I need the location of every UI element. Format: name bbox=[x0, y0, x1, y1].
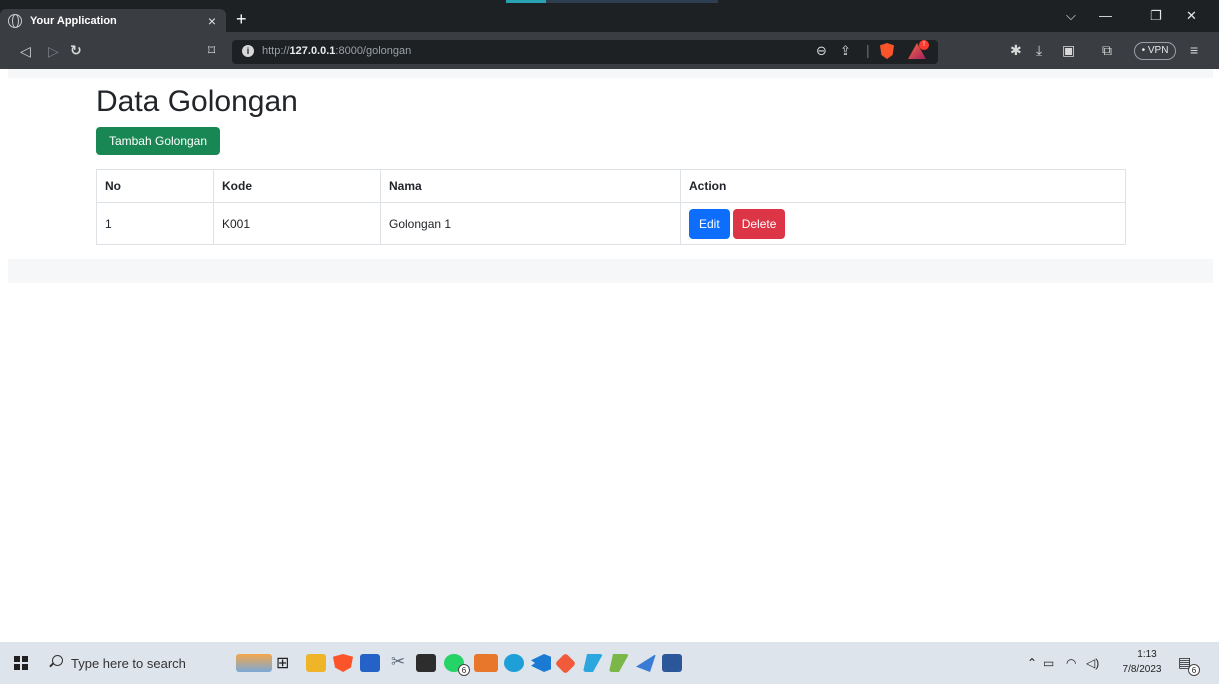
sidebar-icon[interactable]: ▣ bbox=[1062, 42, 1075, 58]
new-tab-button[interactable]: + bbox=[236, 10, 247, 28]
table-header-row: No Kode Nama Action bbox=[96, 169, 1126, 203]
zoom-icon[interactable]: ⊖ bbox=[816, 43, 827, 59]
reload-icon[interactable]: ↻ bbox=[70, 42, 82, 58]
cell-action: Edit Delete bbox=[680, 202, 1126, 245]
page-content: Data Golongan Tambah Golongan No Kode Na… bbox=[8, 69, 1213, 642]
rewards-badge: ! bbox=[919, 40, 929, 50]
globe-icon bbox=[8, 13, 22, 28]
header-action: Action bbox=[680, 169, 1126, 203]
show-hidden-icons-icon[interactable]: ⌃ bbox=[1027, 656, 1037, 670]
search-icon bbox=[52, 655, 63, 666]
task-view-icon[interactable]: ⊞ bbox=[276, 653, 289, 673]
clock-date[interactable]: 7/8/2023 bbox=[1117, 664, 1167, 675]
page-title: Data Golongan bbox=[96, 85, 298, 118]
tab-title: Your Application bbox=[30, 14, 117, 27]
vmware-icon[interactable] bbox=[360, 654, 380, 672]
cell-nama: Golongan 1 bbox=[380, 202, 681, 245]
file-explorer-icon[interactable] bbox=[306, 654, 326, 672]
cell-no: 1 bbox=[96, 202, 214, 245]
widget-city-icon[interactable] bbox=[236, 654, 272, 672]
word-icon[interactable] bbox=[662, 654, 682, 672]
telegram-icon[interactable] bbox=[474, 654, 498, 672]
header-no: No bbox=[96, 169, 214, 203]
snipping-tool-icon[interactable]: ✂ bbox=[391, 652, 405, 672]
page-top-strip bbox=[8, 69, 1213, 78]
tab-bar: Your Application × + ⌵ — ❐ ✕ bbox=[0, 0, 1219, 32]
whatsapp-badge: 6 bbox=[458, 664, 470, 676]
tab-loading-indicator bbox=[506, 0, 718, 3]
delete-button[interactable]: Delete bbox=[732, 208, 786, 239]
taskbar-search-input[interactable]: Type here to search bbox=[71, 656, 186, 671]
minimize-icon[interactable]: — bbox=[1099, 9, 1112, 23]
extensions-icon[interactable]: ✱ bbox=[1010, 42, 1022, 58]
clock-time[interactable]: 1:13 bbox=[1127, 649, 1167, 660]
vpn-button[interactable]: • VPN bbox=[1134, 42, 1176, 60]
page-footer-strip bbox=[8, 259, 1213, 283]
sticky-notes-icon[interactable] bbox=[416, 654, 436, 672]
header-kode: Kode bbox=[213, 169, 381, 203]
table-row: 1 K001 Golongan 1 Edit Delete bbox=[96, 202, 1126, 245]
close-window-icon[interactable]: ✕ bbox=[1186, 9, 1197, 23]
cell-kode: K001 bbox=[213, 202, 381, 245]
restore-icon[interactable]: ❐ bbox=[1150, 9, 1162, 23]
windows-start-icon[interactable] bbox=[14, 656, 28, 670]
bookmark-icon[interactable]: ⌑ bbox=[208, 42, 215, 58]
battery-icon[interactable]: ▭ bbox=[1043, 656, 1054, 670]
site-info-icon[interactable]: i bbox=[242, 45, 254, 57]
forward-icon[interactable]: ▷ bbox=[48, 43, 59, 59]
golongan-table: No Kode Nama Action 1 K001 Golongan 1 Ed… bbox=[96, 169, 1126, 245]
edit-button[interactable]: Edit bbox=[689, 208, 730, 239]
url-text[interactable]: http://127.0.0.1:8000/golongan bbox=[262, 45, 411, 57]
wifi-icon[interactable]: ◠ bbox=[1066, 656, 1076, 670]
edge-icon[interactable] bbox=[504, 654, 524, 672]
add-golongan-button[interactable]: Tambah Golongan bbox=[96, 127, 220, 155]
header-nama: Nama bbox=[380, 169, 681, 203]
wallet-icon[interactable]: ⧉ bbox=[1102, 42, 1112, 58]
tab-list-icon[interactable]: ⌵ bbox=[1066, 9, 1076, 23]
download-icon[interactable]: ⤓ bbox=[1036, 42, 1042, 58]
browser-tab[interactable]: Your Application × bbox=[0, 9, 226, 32]
menu-icon[interactable]: ≡ bbox=[1190, 42, 1198, 58]
volume-icon[interactable]: ◁) bbox=[1086, 656, 1099, 670]
back-icon[interactable]: ◁ bbox=[20, 43, 31, 59]
divider: | bbox=[866, 42, 870, 58]
tab-close-icon[interactable]: × bbox=[208, 14, 216, 28]
share-icon[interactable]: ⇪ bbox=[840, 43, 851, 59]
notification-badge: 6 bbox=[1188, 664, 1200, 676]
